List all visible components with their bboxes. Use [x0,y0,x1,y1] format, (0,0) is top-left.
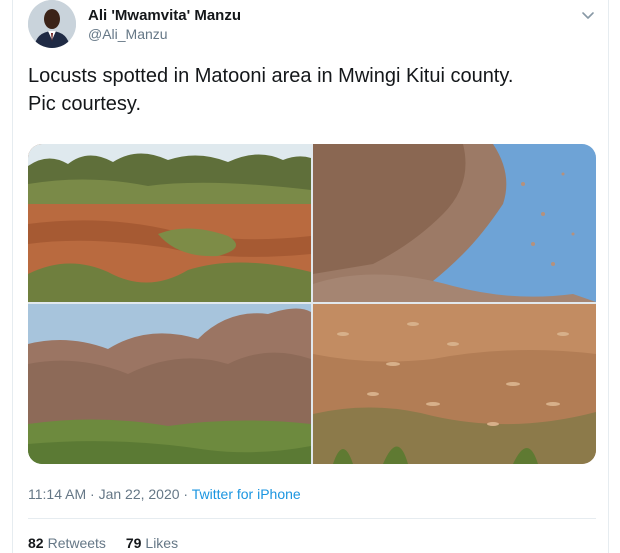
photo-4[interactable] [313,304,596,464]
meta-separator: · [86,486,99,502]
tweet-stats: 82 Retweets 79 Likes [28,535,194,551]
divider [28,518,596,519]
retweets-label: Retweets [47,535,106,551]
tweet-text-line-2: Pic courtesy. [28,93,141,115]
chevron-down-icon[interactable] [580,7,596,23]
author-handle[interactable]: @Ali_Manzu [88,26,168,42]
media-grid [28,144,596,464]
tweet-text: Locusts spotted in Matooni area in Mwing… [28,62,608,118]
likes-count: 79 [125,535,142,551]
likes-label: Likes [145,535,179,551]
tweet-time[interactable]: 11:14 AM [28,486,86,502]
likes-stat[interactable]: 79 Likes [126,535,178,551]
photo-1[interactable] [28,144,311,302]
tweet-text-line-1: Locusts spotted in Matooni area in Mwing… [28,65,514,87]
tweet-meta: 11:14 AM · Jan 22, 2020 · Twitter for iP… [28,486,301,502]
retweets-count: 82 [28,535,44,551]
retweets-stat[interactable]: 82 Retweets [28,535,106,551]
author-name[interactable]: Ali 'Mwamvita' Manzu [88,7,241,24]
avatar[interactable] [28,0,76,48]
tweet-date[interactable]: Jan 22, 2020 [99,486,180,502]
tweet-source-link[interactable]: Twitter for iPhone [192,486,301,502]
avatar-image [28,0,76,48]
photo-2[interactable] [313,144,596,302]
meta-separator-2: · [179,486,192,502]
photo-3[interactable] [28,304,311,464]
